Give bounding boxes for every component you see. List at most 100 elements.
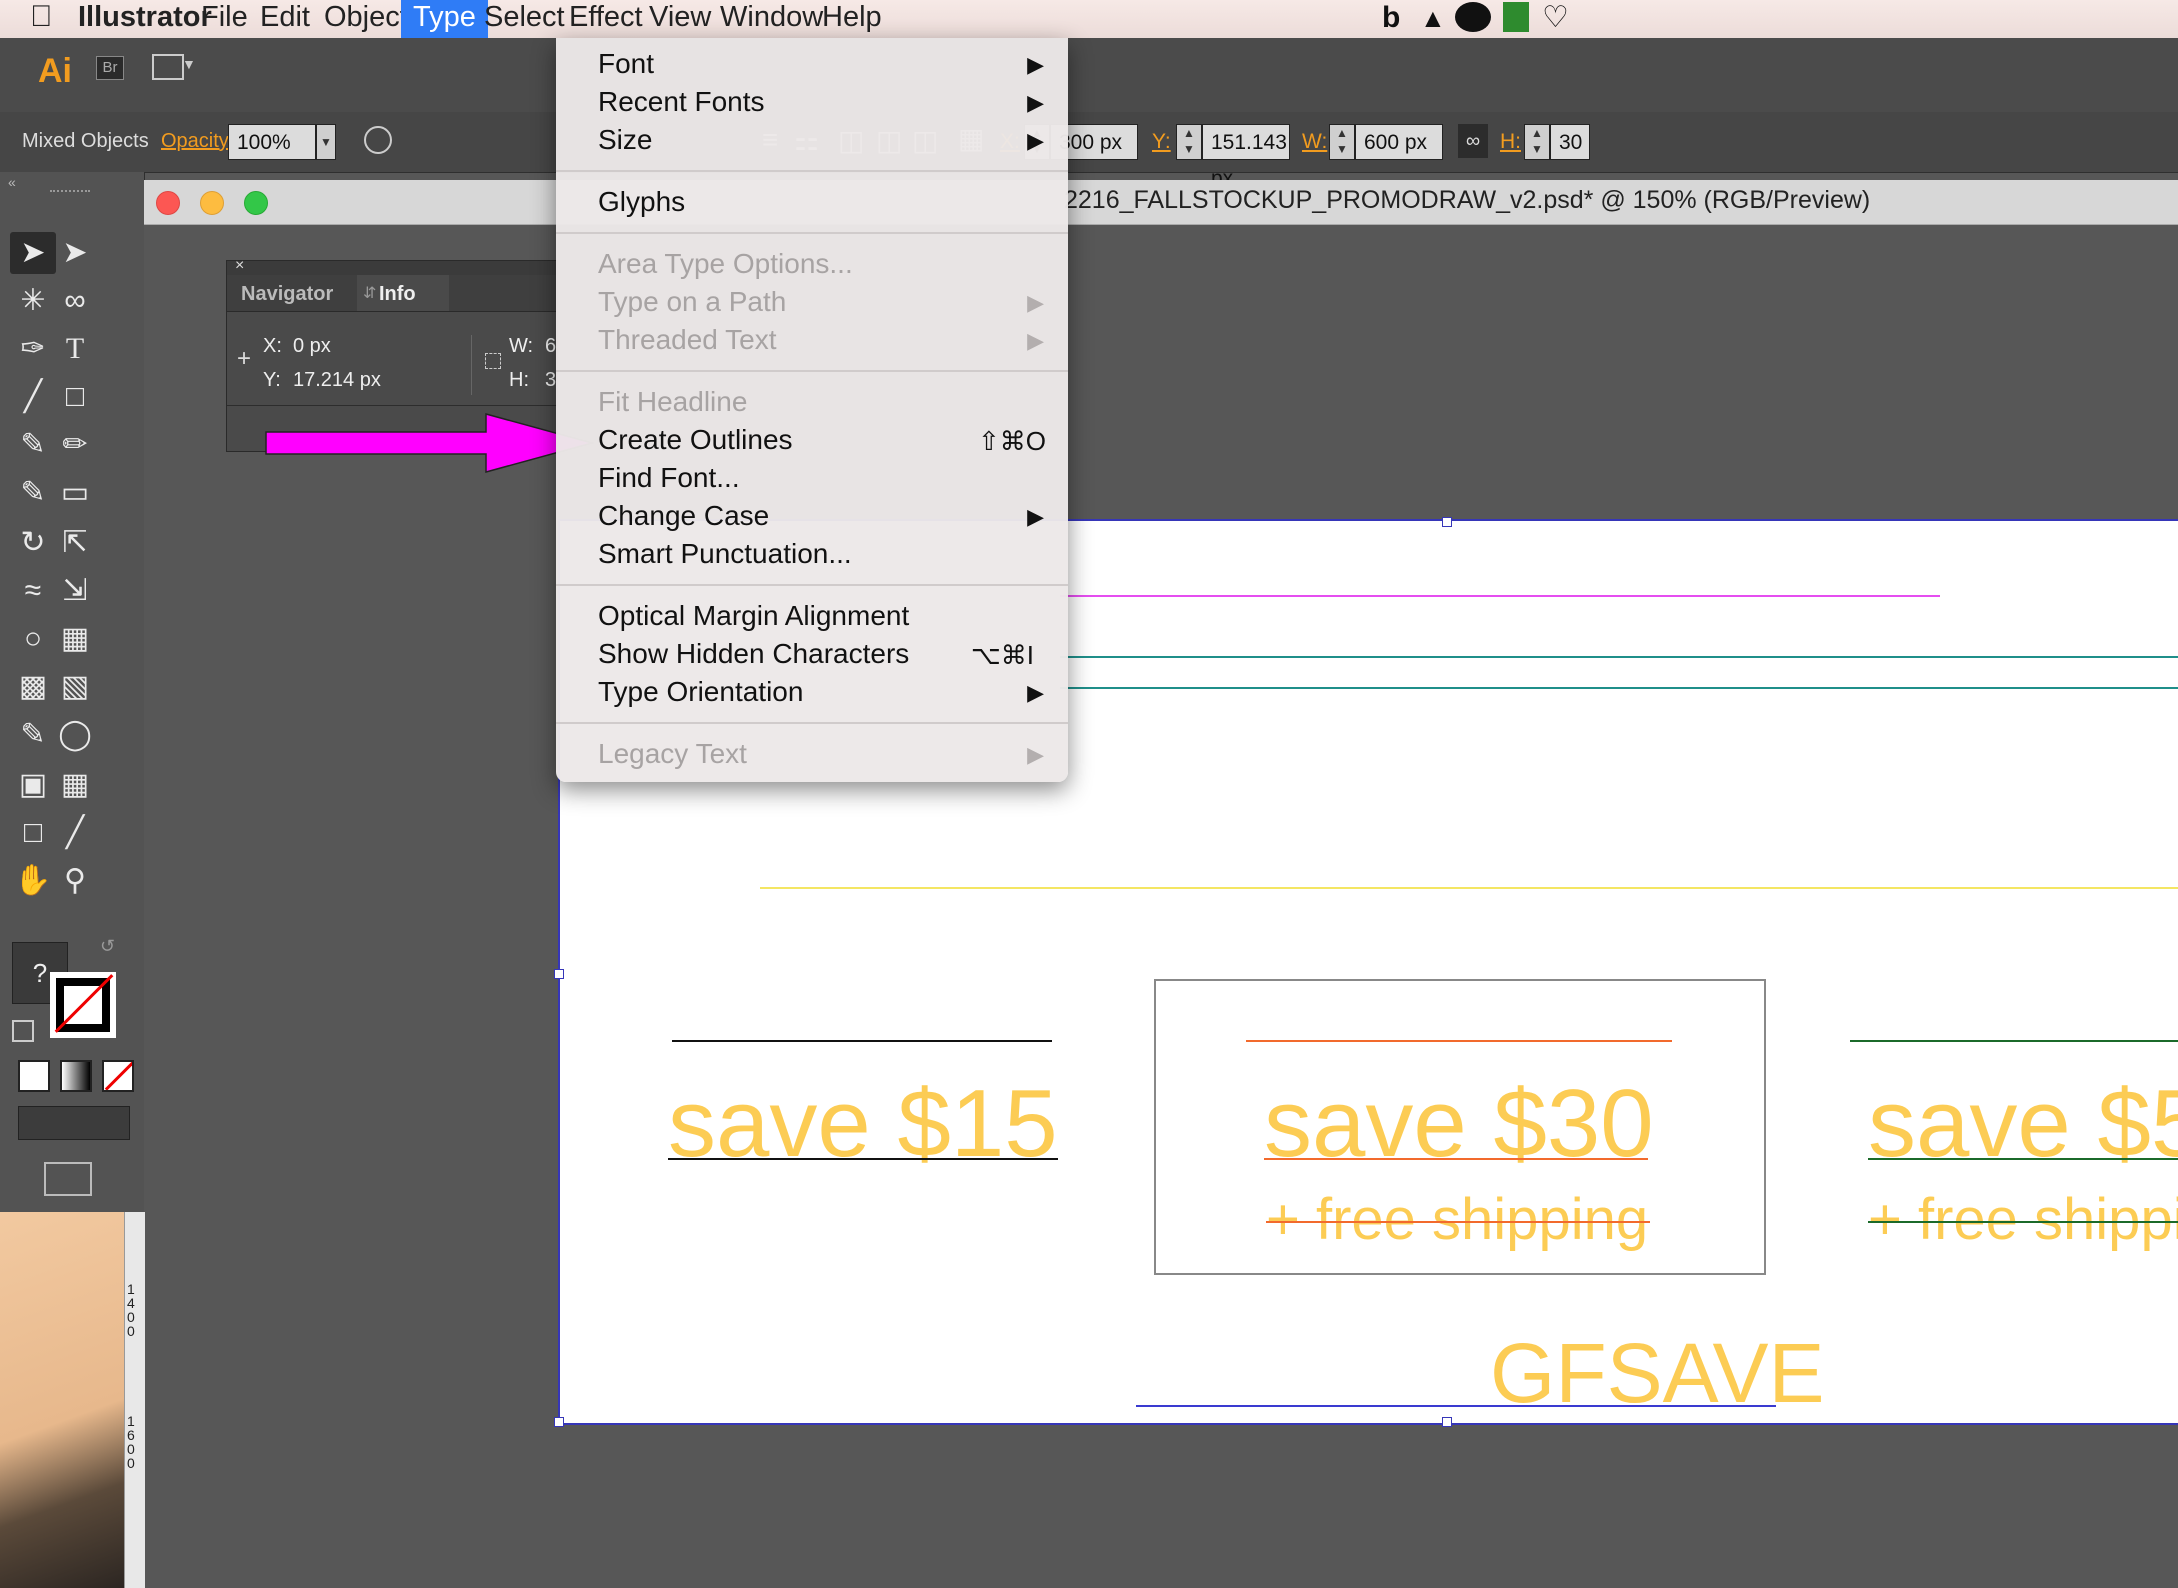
menu-window[interactable]: Window bbox=[720, 0, 823, 38]
pencil-tool-icon[interactable]: ✏ bbox=[52, 424, 98, 466]
scale-tool-icon[interactable]: ⇱ bbox=[52, 522, 98, 564]
artboard-handle-top[interactable] bbox=[1442, 517, 1452, 527]
h-stepper[interactable]: ▲ ▼ bbox=[1524, 124, 1550, 160]
link-icon[interactable]: ∞ bbox=[1458, 124, 1488, 158]
menu-type[interactable]: Type bbox=[401, 0, 488, 38]
symbol-sprayer-tool-icon[interactable]: ▣ bbox=[10, 764, 56, 806]
blob-brush-tool-icon[interactable]: ✎ bbox=[10, 472, 56, 514]
menu-bar:  Illustrator File Edit Object Type Sele… bbox=[0, 0, 2178, 39]
artboard-handle-bottom-left[interactable] bbox=[554, 1417, 564, 1427]
menu-item-show-hidden-characters[interactable]: Show Hidden Characters bbox=[598, 638, 909, 670]
opacity-label[interactable]: Opacity: bbox=[161, 130, 234, 153]
menu-item-smart-punctuation[interactable]: Smart Punctuation... bbox=[598, 538, 852, 570]
tab-toggle-icon: ⇵ bbox=[363, 285, 377, 302]
artboard-handle-left[interactable] bbox=[554, 969, 564, 979]
submenu-arrow-icon: ▶ bbox=[1027, 328, 1044, 353]
line-tool-icon[interactable]: ╱ bbox=[10, 376, 56, 418]
none-mode-button[interactable] bbox=[102, 1060, 134, 1092]
promo-code-text[interactable]: GFSAVE bbox=[1490, 1331, 1825, 1415]
status-icon[interactable] bbox=[1455, 2, 1491, 32]
app-menu[interactable]: Illustrator bbox=[78, 0, 212, 38]
bridge-button[interactable]: Br bbox=[96, 56, 124, 80]
w-stepper[interactable]: ▲ ▼ bbox=[1329, 124, 1355, 160]
gradient-tool-icon[interactable]: ▧ bbox=[52, 666, 98, 708]
menu-item-font[interactable]: Font bbox=[598, 48, 654, 80]
draw-mode-buttons[interactable] bbox=[18, 1106, 130, 1140]
menu-item-size[interactable]: Size bbox=[598, 124, 652, 156]
workspace-arrange-icon[interactable] bbox=[152, 54, 184, 80]
graph-tool-icon[interactable]: ▦ bbox=[52, 764, 98, 806]
menu-view[interactable]: View bbox=[649, 0, 711, 38]
grip-handle[interactable] bbox=[50, 190, 90, 195]
rotate-tool-icon[interactable]: ↻ bbox=[10, 522, 56, 564]
default-fill-stroke-icon[interactable] bbox=[12, 1020, 34, 1042]
blend-tool-icon[interactable]: ◯ bbox=[52, 714, 98, 756]
hand-tool-icon[interactable]: ✋ bbox=[10, 860, 56, 902]
type-tool-icon[interactable]: T bbox=[52, 328, 98, 370]
perspective-grid-tool-icon[interactable]: ▦ bbox=[52, 618, 98, 660]
zoom-window-button[interactable] bbox=[244, 191, 268, 215]
vertical-ruler[interactable]: 1400 1600 bbox=[124, 1212, 145, 1588]
slice-tool-icon[interactable]: ╱ bbox=[52, 812, 98, 854]
color-mode-button[interactable] bbox=[18, 1060, 50, 1092]
tab-info[interactable]: Info bbox=[379, 283, 416, 306]
mesh-tool-icon[interactable]: ▩ bbox=[10, 666, 56, 708]
recolor-icon[interactable] bbox=[364, 126, 392, 154]
activity-icon[interactable] bbox=[1503, 2, 1529, 32]
h-label: H: bbox=[1500, 130, 1521, 153]
free-transform-tool-icon[interactable]: ⇲ bbox=[52, 570, 98, 612]
warp-tool-icon[interactable]: ≈ bbox=[10, 570, 56, 612]
tab-navigator[interactable]: Navigator bbox=[241, 283, 333, 306]
beats-icon[interactable]: b bbox=[1382, 2, 1400, 34]
info-h-label: H: bbox=[509, 369, 529, 391]
menu-item-change-case[interactable]: Change Case bbox=[598, 500, 769, 532]
y-stepper[interactable]: ▲ ▼ bbox=[1176, 124, 1202, 160]
collapse-icon[interactable]: « bbox=[8, 174, 16, 190]
opacity-dropdown-icon[interactable]: ▼ bbox=[316, 124, 336, 160]
eyedropper-tool-icon[interactable]: ✎ bbox=[10, 714, 56, 756]
menu-item-recent-fonts[interactable]: Recent Fonts bbox=[598, 86, 765, 118]
menu-item-find-font[interactable]: Find Font... bbox=[598, 462, 740, 494]
paintbrush-tool-icon[interactable]: ✎ bbox=[10, 424, 56, 466]
stroke-swatch[interactable] bbox=[50, 972, 116, 1038]
offer-3-subtext[interactable]: + free shippi bbox=[1868, 1191, 2178, 1249]
h-field[interactable]: 30 bbox=[1550, 124, 1590, 160]
opacity-field[interactable]: 100% bbox=[228, 124, 316, 160]
panel-header[interactable]: × bbox=[227, 257, 557, 275]
menu-effect[interactable]: Effect bbox=[569, 0, 643, 38]
menu-item-glyphs[interactable]: Glyphs bbox=[598, 186, 685, 218]
chevron-down-icon[interactable]: ▼ bbox=[182, 56, 196, 72]
rectangle-tool-icon[interactable]: □ bbox=[52, 376, 98, 418]
gradient-mode-button[interactable] bbox=[60, 1060, 92, 1092]
menu-edit[interactable]: Edit bbox=[260, 0, 310, 38]
menu-file[interactable]: File bbox=[201, 0, 248, 38]
menu-object[interactable]: Object bbox=[324, 0, 408, 38]
zoom-tool-icon[interactable]: ⚲ bbox=[52, 860, 98, 902]
screen-mode-icon[interactable] bbox=[44, 1162, 92, 1196]
y-field[interactable]: 151.143 px bbox=[1202, 124, 1290, 190]
artboard-handle-bottom[interactable] bbox=[1442, 1417, 1452, 1427]
selection-tool-icon[interactable]: ➤ bbox=[10, 232, 56, 274]
menu-item-optical-margin-alignment[interactable]: Optical Margin Alignment bbox=[598, 600, 909, 632]
minimize-window-button[interactable] bbox=[200, 191, 224, 215]
eraser-tool-icon[interactable]: ▭ bbox=[52, 472, 98, 514]
menu-help[interactable]: Help bbox=[822, 0, 882, 38]
menu-select[interactable]: Select bbox=[484, 0, 565, 38]
lasso-tool-icon[interactable]: ∞ bbox=[52, 280, 98, 322]
info-y-label: Y: bbox=[263, 369, 281, 391]
wifi-icon[interactable]: ♡ bbox=[1542, 2, 1569, 34]
w-field[interactable]: 600 px bbox=[1355, 124, 1443, 160]
menu-item-create-outlines[interactable]: Create Outlines bbox=[598, 424, 793, 456]
panel-close-icon[interactable]: × bbox=[235, 257, 244, 275]
close-window-button[interactable] bbox=[156, 191, 180, 215]
shape-builder-tool-icon[interactable]: ○ bbox=[10, 618, 56, 660]
offer-2-subtext[interactable]: + free shipping bbox=[1266, 1191, 1648, 1249]
menu-item-type-orientation[interactable]: Type Orientation bbox=[598, 676, 803, 708]
adobe-icon[interactable]: ▲ bbox=[1420, 2, 1446, 34]
artboard-tool-icon[interactable]: □ bbox=[10, 812, 56, 854]
direct-selection-tool-icon[interactable]: ➤ bbox=[52, 232, 98, 274]
magic-wand-tool-icon[interactable]: ✳ bbox=[10, 280, 56, 322]
apple-icon[interactable]:  bbox=[30, 0, 53, 38]
swap-fill-stroke-icon[interactable]: ↺ bbox=[100, 936, 115, 957]
pen-tool-icon[interactable]: ✑ bbox=[10, 328, 56, 370]
